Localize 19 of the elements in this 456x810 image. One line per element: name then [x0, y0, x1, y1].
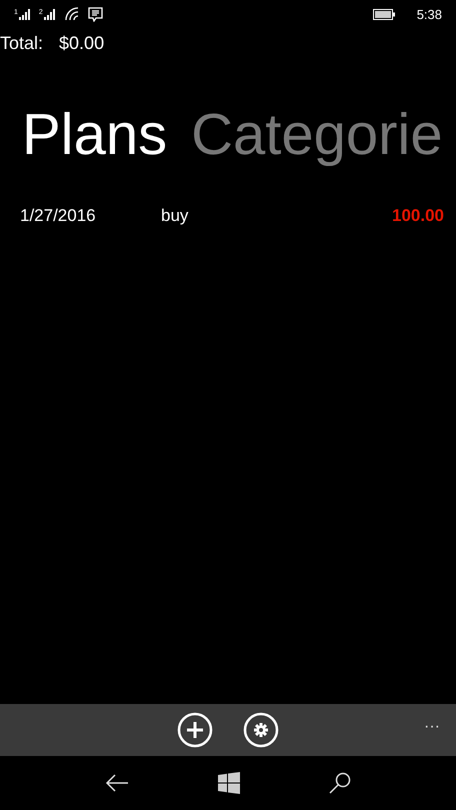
windows-icon[interactable]	[218, 772, 240, 794]
add-button[interactable]	[177, 712, 213, 748]
description-text: buy	[161, 206, 190, 226]
message-icon	[88, 6, 103, 22]
total-label: Total:	[0, 32, 44, 54]
signal-icon	[18, 8, 31, 20]
date-text: 1/27/2016	[20, 206, 97, 226]
more-button[interactable]: ···	[424, 718, 440, 736]
back-icon[interactable]	[104, 773, 129, 793]
battery-icon	[372, 8, 395, 20]
search-icon[interactable]	[329, 772, 352, 794]
pivot-header[interactable]: Plans	[22, 100, 168, 168]
wifi-icon	[64, 7, 80, 21]
pivot-header[interactable]: Categorie	[191, 100, 443, 168]
clock-time: 5:38	[416, 6, 442, 22]
total-value: $0.00	[59, 32, 104, 54]
settings-button[interactable]	[243, 712, 279, 748]
amount-text: 100.00	[392, 206, 444, 226]
signal-icon	[44, 8, 56, 20]
